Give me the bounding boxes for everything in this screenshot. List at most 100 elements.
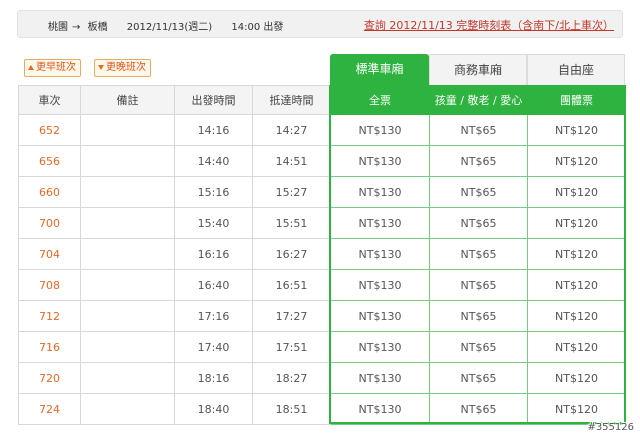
adult-fare-cell: NT$130 [330, 238, 430, 270]
header-group-fare: 團體票 [527, 85, 626, 115]
triangle-up-icon [28, 64, 34, 70]
arrival-time-cell: 18:51 [252, 393, 331, 425]
note-cell [80, 238, 175, 270]
concession-fare-cell: NT$65 [429, 331, 528, 363]
header-note: 備註 [80, 85, 175, 115]
table-row[interactable]: 712 17:16 17:27 NT$130 NT$65 NT$120 [18, 300, 626, 332]
concession-fare-cell: NT$65 [429, 114, 528, 146]
fare-table: 車次 備註 出發時間 抵達時間 全票 孩童 / 敬老 / 愛心 團體票 652 1… [18, 85, 626, 425]
origin-station: 桃園 [48, 22, 68, 33]
note-cell [80, 269, 175, 301]
train-number-cell[interactable]: 656 [18, 145, 81, 177]
departure-time-cell: 14:40 [174, 145, 253, 177]
group-fare-cell: NT$120 [527, 393, 626, 425]
note-cell [80, 176, 175, 208]
group-fare-cell: NT$120 [527, 362, 626, 394]
adult-fare-cell: NT$130 [330, 393, 430, 425]
earlier-trains-label: 更早班次 [36, 62, 76, 73]
arrival-time-cell: 17:27 [252, 300, 331, 332]
concession-fare-cell: NT$65 [429, 207, 528, 239]
table-row[interactable]: 700 15:40 15:51 NT$130 NT$65 NT$120 [18, 207, 626, 239]
note-cell [80, 145, 175, 177]
trip-summary: 桃園 → 板橋 2012/11/13(週二) 14:00 出發 [48, 18, 287, 33]
later-trains-button[interactable]: 更晚班次 [94, 59, 151, 77]
note-cell [80, 331, 175, 363]
departure-time-cell: 15:16 [174, 176, 253, 208]
note-cell [80, 114, 175, 146]
train-number-cell[interactable]: 708 [18, 269, 81, 301]
departure-time-cell: 17:40 [174, 331, 253, 363]
full-timetable-link[interactable]: 查詢 2012/11/13 完整時刻表（含南下/北上車次） [364, 17, 614, 33]
header-concession-fare: 孩童 / 敬老 / 愛心 [429, 85, 528, 115]
header-adult-fare: 全票 [330, 85, 430, 115]
arrival-time-cell: 14:51 [252, 145, 331, 177]
table-body: 652 14:16 14:27 NT$130 NT$65 NT$120 656 14:40 14… [18, 114, 626, 425]
group-fare-cell: NT$120 [527, 145, 626, 177]
adult-fare-cell: NT$130 [330, 114, 430, 146]
table-row[interactable]: 724 18:40 18:51 NT$130 NT$65 NT$120 [18, 393, 626, 425]
group-fare-cell: NT$120 [527, 176, 626, 208]
arrow-icon: → [72, 22, 81, 33]
adult-fare-cell: NT$130 [330, 145, 430, 177]
concession-fare-cell: NT$65 [429, 269, 528, 301]
concession-fare-cell: NT$65 [429, 238, 528, 270]
tab-business-car[interactable]: 商務車廂 [429, 54, 527, 85]
arrival-time-cell: 16:27 [252, 238, 331, 270]
header-train-no: 車次 [18, 85, 81, 115]
departure-time-filter: 14:00 出發 [231, 22, 284, 33]
train-number-cell[interactable]: 712 [18, 300, 81, 332]
note-cell [80, 362, 175, 394]
adult-fare-cell: NT$130 [330, 176, 430, 208]
concession-fare-cell: NT$65 [429, 362, 528, 394]
departure-time-cell: 14:16 [174, 114, 253, 146]
departure-time-cell: 16:40 [174, 269, 253, 301]
watermark: #355126 [587, 422, 634, 433]
adult-fare-cell: NT$130 [330, 362, 430, 394]
table-row[interactable]: 704 16:16 16:27 NT$130 NT$65 NT$120 [18, 238, 626, 270]
group-fare-cell: NT$120 [527, 114, 626, 146]
train-number-cell[interactable]: 724 [18, 393, 81, 425]
group-fare-cell: NT$120 [527, 300, 626, 332]
earlier-trains-button[interactable]: 更早班次 [24, 59, 81, 77]
header-arrival: 抵達時間 [252, 85, 331, 115]
adult-fare-cell: NT$130 [330, 300, 430, 332]
departure-time-cell: 17:16 [174, 300, 253, 332]
departure-time-cell: 15:40 [174, 207, 253, 239]
concession-fare-cell: NT$65 [429, 300, 528, 332]
concession-fare-cell: NT$65 [429, 393, 528, 425]
arrival-time-cell: 15:51 [252, 207, 331, 239]
train-number-cell[interactable]: 716 [18, 331, 81, 363]
trip-summary-bar: 桃園 → 板橋 2012/11/13(週二) 14:00 出發 查詢 2012/1… [17, 10, 623, 38]
table-header-row: 車次 備註 出發時間 抵達時間 全票 孩童 / 敬老 / 愛心 團體票 [18, 85, 626, 115]
departure-time-cell: 18:16 [174, 362, 253, 394]
travel-date: 2012/11/13(週二) [126, 22, 213, 33]
fare-table-container: 車次 備註 出發時間 抵達時間 全票 孩童 / 敬老 / 愛心 團體票 652 1… [18, 85, 626, 425]
table-row[interactable]: 656 14:40 14:51 NT$130 NT$65 NT$120 [18, 145, 626, 177]
tab-standard-car[interactable]: 標準車廂 [330, 54, 429, 85]
group-fare-cell: NT$120 [527, 238, 626, 270]
train-number-cell[interactable]: 720 [18, 362, 81, 394]
note-cell [80, 393, 175, 425]
table-row[interactable]: 708 16:40 16:51 NT$130 NT$65 NT$120 [18, 269, 626, 301]
arrival-time-cell: 15:27 [252, 176, 331, 208]
later-trains-label: 更晚班次 [106, 62, 146, 73]
departure-time-cell: 18:40 [174, 393, 253, 425]
group-fare-cell: NT$120 [527, 331, 626, 363]
concession-fare-cell: NT$65 [429, 176, 528, 208]
tab-non-reserved[interactable]: 自由座 [527, 54, 625, 85]
table-row[interactable]: 720 18:16 18:27 NT$130 NT$65 NT$120 [18, 362, 626, 394]
note-cell [80, 300, 175, 332]
table-row[interactable]: 652 14:16 14:27 NT$130 NT$65 NT$120 [18, 114, 626, 146]
arrival-time-cell: 18:27 [252, 362, 331, 394]
table-row[interactable]: 716 17:40 17:51 NT$130 NT$65 NT$120 [18, 331, 626, 363]
concession-fare-cell: NT$65 [429, 145, 528, 177]
departure-time-cell: 16:16 [174, 238, 253, 270]
train-number-cell[interactable]: 652 [18, 114, 81, 146]
adult-fare-cell: NT$130 [330, 331, 430, 363]
train-number-cell[interactable]: 660 [18, 176, 81, 208]
header-departure: 出發時間 [174, 85, 253, 115]
train-number-cell[interactable]: 700 [18, 207, 81, 239]
train-number-cell[interactable]: 704 [18, 238, 81, 270]
arrival-time-cell: 16:51 [252, 269, 331, 301]
table-row[interactable]: 660 15:16 15:27 NT$130 NT$65 NT$120 [18, 176, 626, 208]
